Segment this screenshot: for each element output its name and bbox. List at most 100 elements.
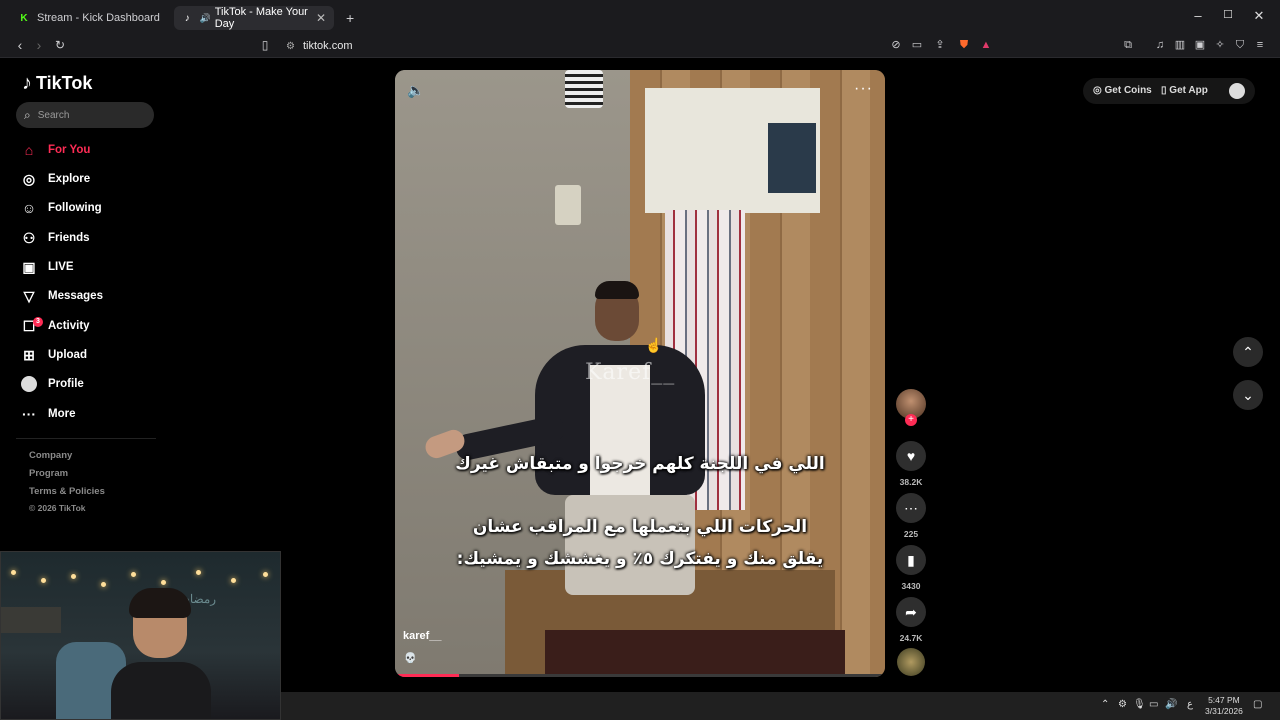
leo-ai-icon[interactable]: ✧: [1213, 38, 1227, 52]
reload-icon[interactable]: ↻: [51, 37, 69, 53]
heart-icon[interactable]: ♥: [896, 441, 926, 471]
back-icon[interactable]: ‹: [11, 37, 29, 53]
footer-link-program[interactable]: Program: [29, 468, 68, 479]
url-text: tiktok.com: [302, 40, 353, 52]
get-app-button[interactable]: ▯ Get App: [1161, 85, 1208, 96]
language-indicator[interactable]: ع: [1187, 699, 1193, 710]
sidebar-item-friends[interactable]: ⚇ Friends: [20, 226, 160, 250]
sidebar-item-label: Following: [48, 202, 102, 214]
share-icon[interactable]: ⇪: [933, 38, 947, 52]
tray-app-icon[interactable]: ⚙: [1118, 699, 1127, 710]
search-input[interactable]: ⌕ Search: [16, 102, 154, 128]
video-progress-bar[interactable]: [395, 674, 885, 677]
new-tab-button[interactable]: +: [338, 6, 360, 30]
no-translate-icon[interactable]: ⊘: [889, 38, 903, 52]
streamer-hair: [129, 588, 191, 618]
video-author[interactable]: karef__: [403, 630, 442, 642]
comment-action[interactable]: ⋯ 225: [896, 493, 926, 539]
tray-chevron-icon[interactable]: ⌃: [1101, 699, 1109, 710]
sidebar-item-following[interactable]: ☺ Following: [20, 196, 160, 220]
brave-shield-icon[interactable]: ⛊: [957, 38, 971, 52]
windows-taskbar: ⌃ ⚙ 🎙 ▭ 🔊 ع 5:47 PM 3/31/2026 ▢: [281, 692, 1280, 720]
light-bulb: [11, 570, 16, 575]
share-action[interactable]: ➦ 24.7K: [896, 597, 926, 643]
like-action[interactable]: ♥ 38.2K: [896, 441, 926, 487]
close-window-button[interactable]: ✕: [1244, 8, 1274, 24]
sidebar-item-for-you[interactable]: ⌂ For You: [20, 138, 160, 162]
light-bulb: [71, 574, 76, 579]
previous-video-button[interactable]: ⌃: [1233, 337, 1263, 367]
screenshot-icon[interactable]: ⧉: [1121, 38, 1135, 52]
sidebar-item-messages[interactable]: ▽ Messages: [20, 284, 160, 308]
sidebar-item-label: Profile: [48, 378, 84, 390]
tab-title: TikTok - Make Your Day: [214, 6, 308, 30]
phone-icon: ▯: [1161, 85, 1167, 96]
clock-date: 3/31/2026: [1205, 706, 1243, 716]
tiktok-logo[interactable]: ♪ TikTok: [22, 72, 92, 95]
tab-tiktok[interactable]: ♪ 🔊 TikTok - Make Your Day ✕: [174, 6, 334, 30]
footer-link-company[interactable]: Company: [29, 450, 72, 461]
bookmark-icon[interactable]: ▮: [896, 545, 926, 575]
video-caption-line2: الحركات اللي بتعملها مع المراقب عشان: [472, 517, 808, 537]
sidebar-item-label: LIVE: [48, 261, 74, 273]
share-arrow-icon[interactable]: ➦: [896, 597, 926, 627]
video-more-icon[interactable]: ···: [854, 80, 873, 98]
sidebar-item-explore[interactable]: ◎ Explore: [20, 167, 160, 191]
menu-icon[interactable]: ≡: [1253, 38, 1267, 52]
video-description: 💀: [404, 653, 417, 664]
sidebar-item-live[interactable]: ▣ LIVE: [20, 255, 160, 279]
footer-copyright: © 2026 TikTok: [29, 503, 86, 513]
site-info-icon[interactable]: ⚙: [286, 41, 295, 52]
cast-icon[interactable]: ▭: [910, 38, 924, 52]
more-icon: ···: [22, 406, 36, 422]
music-disc[interactable]: [897, 648, 925, 676]
logo-text: TikTok: [36, 73, 93, 93]
like-count: 38.2K: [899, 477, 923, 487]
sidebar-item-upload[interactable]: ⊞ Upload: [20, 343, 160, 367]
video-player[interactable]: Karef__ اللي في اللجنة كلهم خرجوا و متبق…: [395, 70, 885, 677]
wallet-icon[interactable]: ▣: [1193, 38, 1207, 52]
bookmark-icon[interactable]: ▯: [256, 37, 274, 53]
next-video-button[interactable]: ⌄: [1233, 380, 1263, 410]
minimize-button[interactable]: –: [1183, 8, 1213, 23]
tab-kick-dashboard[interactable]: K Stream - Kick Dashboard: [10, 6, 170, 30]
comment-icon[interactable]: ⋯: [896, 493, 926, 523]
sidebar-item-profile[interactable]: Profile: [20, 372, 160, 396]
sidebar-item-label: For You: [48, 144, 91, 156]
light-bulb: [101, 582, 106, 587]
get-coins-button[interactable]: ◎ Get Coins: [1093, 85, 1152, 96]
volume-tray-icon[interactable]: 🔊: [1165, 699, 1177, 710]
system-clock[interactable]: 5:47 PM 3/31/2026: [1205, 695, 1243, 717]
rewards-icon[interactable]: ▲: [979, 38, 993, 52]
webcam-shelf: [1, 607, 61, 633]
sidebar-item-activity[interactable]: ☐ 3 Activity: [20, 314, 160, 338]
coin-icon: ◎: [1093, 85, 1102, 96]
forward-icon[interactable]: ›: [30, 37, 48, 53]
sidebar-item-label: Friends: [48, 232, 90, 244]
light-bulb: [196, 570, 201, 575]
follow-button[interactable]: +: [905, 414, 917, 426]
search-placeholder: Search: [37, 109, 70, 121]
footer-link-terms[interactable]: Terms & Policies: [29, 486, 105, 497]
light-bulb: [41, 578, 46, 583]
mouse-cursor-icon: ☝: [645, 337, 663, 353]
sidebar-item-more[interactable]: ··· More: [20, 402, 160, 426]
media-icon[interactable]: ♫: [1153, 38, 1167, 52]
microphone-icon[interactable]: 🎙: [1133, 699, 1146, 710]
streamer: [111, 588, 211, 719]
sidebar-toggle-icon[interactable]: ▥: [1173, 38, 1187, 52]
video-frame-switch: [555, 185, 581, 225]
maximize-button[interactable]: ☐: [1213, 8, 1243, 21]
save-count: 3430: [901, 581, 921, 591]
close-tab-icon[interactable]: ✕: [316, 11, 326, 25]
vpn-icon[interactable]: ⛉: [1233, 38, 1247, 52]
notifications-icon[interactable]: ▢: [1253, 699, 1262, 710]
sidebar: ♪ TikTok ⌕ Search ⌂ For You ◎ Explore ☺ …: [0, 58, 170, 548]
video-watermark: Karef__: [585, 360, 676, 385]
divider: [16, 438, 156, 439]
network-icon[interactable]: ▭: [1149, 699, 1158, 710]
user-avatar[interactable]: [1229, 83, 1245, 99]
volume-icon[interactable]: 🔈: [407, 82, 424, 99]
poster-photo: [768, 123, 816, 193]
save-action[interactable]: ▮ 3430: [896, 545, 926, 591]
